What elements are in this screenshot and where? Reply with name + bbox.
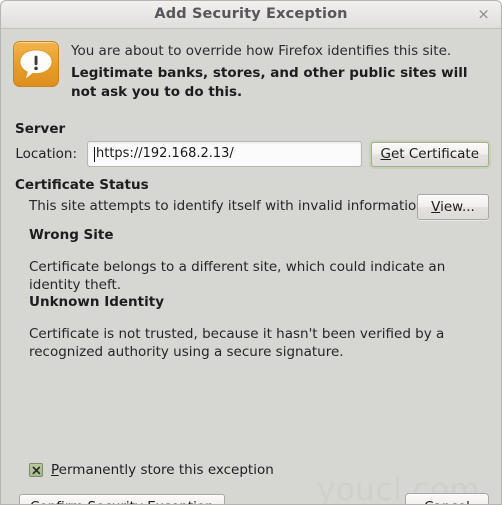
permanently-store-label: Permanently store this exception: [51, 462, 274, 478]
cancel-button[interactable]: Cancel: [405, 493, 489, 504]
location-input-value: https://192.168.2.13/: [96, 146, 234, 161]
dialog-title: Add Security Exception: [154, 6, 348, 22]
get-certificate-button[interactable]: Get Certificate: [370, 141, 489, 167]
close-icon[interactable]: ×: [475, 6, 492, 23]
permanently-store-row[interactable]: Permanently store this exception: [29, 462, 274, 478]
warning-banner: You are about to override how Firefox id…: [1, 29, 501, 102]
get-certificate-label: et Certificate: [390, 145, 479, 162]
add-security-exception-dialog: Add Security Exception × You are about t…: [0, 0, 502, 505]
dialog-content: You are about to override how Firefox id…: [1, 29, 501, 504]
text-caret: [94, 146, 95, 162]
permanently-store-accel: P: [51, 462, 59, 478]
warning-line-1: You are about to override how Firefox id…: [71, 43, 452, 59]
view-certificate-button[interactable]: View...: [417, 194, 489, 220]
certificate-status-heading: Certificate Status: [15, 177, 149, 193]
get-certificate-accel: G: [380, 145, 391, 162]
warning-text: You are about to override how Firefox id…: [71, 41, 487, 102]
warning-line-2: Legitimate banks, stores, and other publ…: [71, 65, 468, 100]
view-button-accel: V: [431, 199, 441, 215]
permanently-store-text: ermanently store this exception: [58, 462, 274, 478]
warning-speech-bubble-icon: [13, 41, 59, 87]
location-input[interactable]: https://192.168.2.13/: [87, 141, 362, 167]
issue-title-wrong-site: Wrong Site: [29, 227, 114, 243]
confirm-security-exception-button[interactable]: Confirm Security Exception: [19, 494, 225, 504]
location-row: Location: https://192.168.2.13/ Get Cert…: [15, 141, 489, 167]
server-section-heading: Server: [15, 121, 66, 137]
confirm-button-label: onfirm Security Exception: [39, 499, 213, 504]
issue-body-unknown-identity: Certificate is not trusted, because it h…: [29, 326, 445, 360]
permanently-store-checkbox[interactable]: [29, 463, 43, 477]
titlebar: Add Security Exception ×: [1, 1, 501, 29]
location-label: Location:: [15, 146, 77, 162]
issue-body-wrong-site: Certificate belongs to a different site,…: [29, 259, 446, 293]
certificate-status-summary: This site attempts to identify itself wi…: [29, 198, 430, 214]
view-button-label: iew...: [440, 199, 475, 215]
issue-title-unknown-identity: Unknown Identity: [29, 294, 165, 310]
